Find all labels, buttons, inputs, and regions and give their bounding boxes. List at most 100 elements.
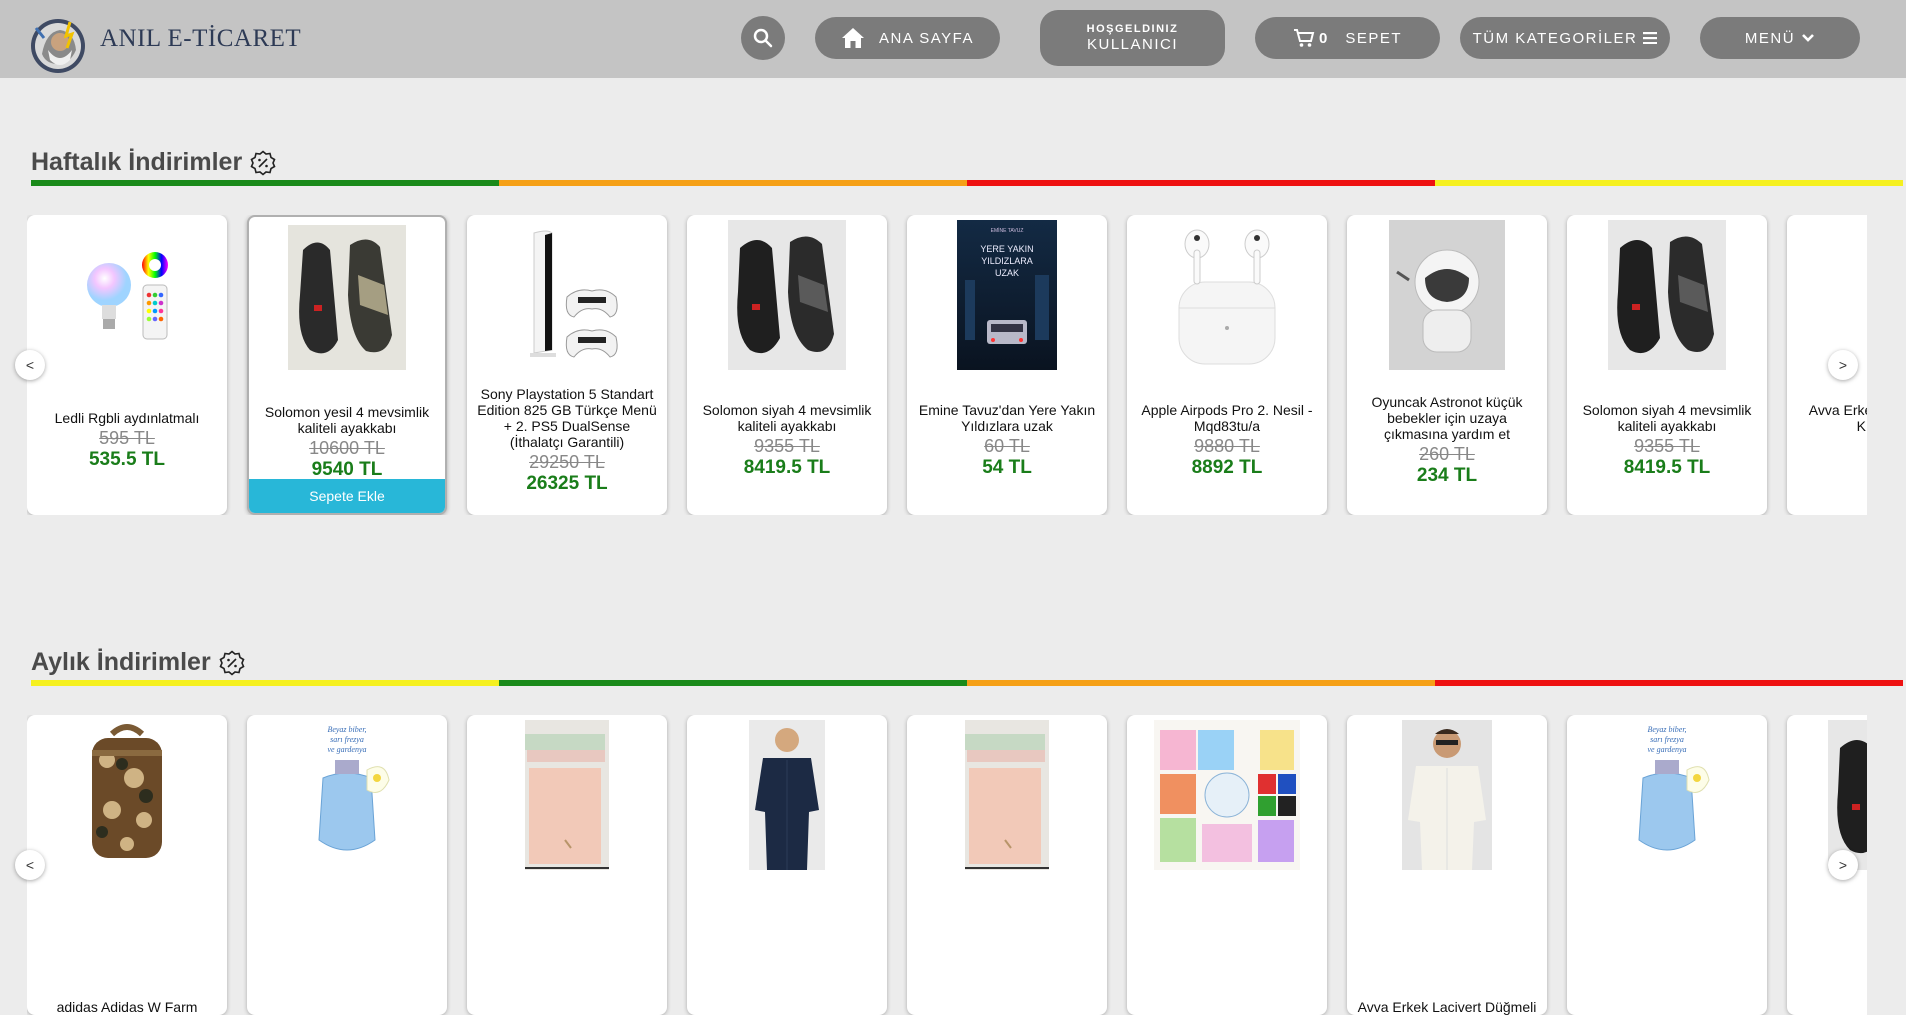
monthly-title: Aylık İndirimler (31, 648, 211, 676)
hamburger-icon (1643, 32, 1658, 44)
product-image[interactable] (1127, 720, 1327, 870)
product-info (475, 865, 659, 1015)
bar-segment (31, 680, 499, 686)
product-card[interactable]: Ledli Rgbli aydınlatmalı 595 TL 535.5 TL (27, 215, 227, 515)
bar-segment (499, 680, 967, 686)
bar-segment (31, 180, 499, 186)
product-name[interactable]: Solomon siyah 4 mevsimlik kaliteli ayakk… (695, 402, 879, 434)
svg-text:ve gardenya: ve gardenya (1647, 745, 1686, 754)
product-name[interactable]: Oyuncak Astronot küçük bebekler için uza… (1355, 394, 1539, 442)
product-name[interactable]: Apple Airpods Pro 2. Nesil - Mqd83tu/a (1135, 402, 1319, 434)
product-name[interactable]: Emine Tavuz'dan Yere Yakın Yıldızlara uz… (915, 402, 1099, 434)
product-name[interactable]: adidas Adidas W Farm (57, 999, 198, 1015)
menu-dropdown-button[interactable]: MENÜ (1700, 17, 1860, 59)
product-name[interactable]: Avva Erkek ... Yaka %1... Kısa Ko... (1795, 402, 1867, 434)
product-image[interactable] (1347, 220, 1547, 370)
product-card[interactable] (467, 715, 667, 1015)
add-to-cart-button[interactable]: Sepete Ekle (249, 479, 445, 513)
product-info: Solomon siyah 4 mevsimlik kaliteli ayakk… (695, 365, 879, 515)
cart-icon (1293, 29, 1315, 47)
product-image[interactable] (1787, 220, 1867, 370)
product-image[interactable]: Beyaz biber, sarı frezya ve gardenya (1567, 720, 1767, 870)
bar-segment (1435, 180, 1903, 186)
discount-badge-icon (219, 649, 245, 676)
welcome-text: HOŞGELDINIZ (1086, 23, 1179, 36)
product-image[interactable] (1347, 720, 1547, 870)
product-old-price: 10600 TL (309, 437, 385, 458)
product-card[interactable]: Solomon yesil 4 mevsimlik kaliteli ayakk… (247, 215, 447, 515)
weekly-prev-arrow[interactable]: < (15, 350, 45, 380)
product-card[interactable] (907, 715, 1107, 1015)
user-welcome-button[interactable]: HOŞGELDINIZ KULLANICI (1040, 10, 1225, 66)
menu-label: MENÜ (1744, 29, 1796, 47)
product-image[interactable] (467, 720, 667, 870)
product-discounted-price: 9540 TL (311, 458, 383, 480)
product-card[interactable]: EMİNE TAVUZ YERE YAKIN YILDIZLARA UZAK Emine… (907, 215, 1107, 515)
product-image[interactable] (687, 720, 887, 870)
product-image[interactable] (27, 720, 227, 870)
product-image[interactable] (467, 220, 667, 370)
product-name[interactable]: Ledli Rgbli aydınlatmalı (55, 410, 200, 426)
product-info (1575, 865, 1759, 1015)
product-card[interactable]: Solomon siyah 4 mevsimlik kaliteli ayakk… (1567, 215, 1767, 515)
svg-text:UZAK: UZAK (995, 268, 1019, 278)
product-card[interactable]: adidas Adidas W Farm (27, 715, 227, 1015)
home-icon (842, 28, 865, 48)
product-image[interactable] (249, 222, 445, 372)
brand-name[interactable]: ANIL E-TİCARET (100, 25, 301, 53)
bar-segment (967, 180, 1435, 186)
product-image[interactable] (687, 220, 887, 370)
product-name[interactable]: Solomon siyah 4 mevsimlik kaliteli ayakk… (1575, 402, 1759, 434)
product-old-price: 260 TL (1419, 443, 1475, 464)
monthly-prev-arrow[interactable]: < (15, 850, 45, 880)
svg-text:ve gardenya: ve gardenya (327, 745, 366, 754)
product-old-price: 9880 TL (1194, 435, 1260, 456)
chevron-down-icon (1802, 34, 1814, 42)
product-image[interactable]: Beyaz biber, sarı frezya ve gardenya (247, 720, 447, 870)
product-image[interactable] (27, 220, 227, 370)
product-info: Avva Erkek Lacivert Düğmeli (1355, 865, 1539, 1015)
search-button[interactable] (741, 16, 785, 60)
product-old-price: 29250 TL (529, 451, 605, 472)
svg-text:YILDIZLARA: YILDIZLARA (981, 256, 1033, 266)
product-card[interactable]: Beyaz biber, sarı frezya ve gardenya (1567, 715, 1767, 1015)
bar-segment (967, 680, 1435, 686)
svg-text:EMİNE TAVUZ: EMİNE TAVUZ (991, 227, 1024, 234)
product-name[interactable]: Solomon yesil 4 mevsimlik kaliteli ayakk… (257, 404, 437, 436)
product-discounted-price: 8419.5 TL (1623, 456, 1711, 478)
product-card[interactable]: Sony Playstation 5 Standart Edition 825 … (467, 215, 667, 515)
product-card[interactable]: Solomon siyah 4 mevsimlik kaliteli ayakk… (687, 215, 887, 515)
product-info: Sony Playstation 5 Standart Edition 825 … (475, 365, 659, 515)
monthly-next-arrow[interactable]: > (1828, 850, 1858, 880)
product-card[interactable] (1127, 715, 1327, 1015)
product-card[interactable]: Oyuncak Astronot küçük bebekler için uza… (1347, 215, 1547, 515)
all-categories-button[interactable]: TÜM KATEGORİLER (1460, 17, 1670, 59)
cart-label: SEPET (1345, 29, 1403, 47)
weekly-discounts-heading: Haftalık İndirimler (31, 148, 276, 177)
product-card[interactable]: Avva Erkek Lacivert Düğmeli (1347, 715, 1547, 1015)
product-image[interactable] (907, 720, 1107, 870)
monthly-discounts-heading: Aylık İndirimler (31, 648, 245, 677)
product-name[interactable]: Sony Playstation 5 Standart Edition 825 … (475, 386, 659, 450)
product-old-price: 9355 TL (754, 435, 820, 456)
product-discounted-price: 8892 TL (1191, 456, 1263, 478)
product-name[interactable]: Avva Erkek Lacivert Düğmeli (1358, 999, 1537, 1015)
bar-segment (499, 180, 967, 186)
svg-text:sarı frezya: sarı frezya (330, 735, 364, 744)
brand-logo[interactable] (26, 14, 94, 76)
product-card[interactable]: Apple Airpods Pro 2. Nesil - Mqd83tu/a 98… (1127, 215, 1327, 515)
svg-text:Beyaz biber,: Beyaz biber, (327, 725, 366, 734)
product-old-price: 9355 TL (1634, 435, 1700, 456)
product-card[interactable]: Beyaz biber, sarı frezya ve gardenya (247, 715, 447, 1015)
home-button[interactable]: ANA SAYFA (815, 17, 1000, 59)
product-image[interactable] (1787, 720, 1867, 870)
product-image[interactable] (1567, 220, 1767, 370)
product-info (1795, 865, 1867, 1015)
product-image[interactable]: EMİNE TAVUZ YERE YAKIN YILDIZLARA UZAK (907, 220, 1107, 370)
cart-button[interactable]: 0 SEPET (1255, 17, 1440, 59)
monthly-color-bar (31, 680, 1906, 686)
product-card[interactable] (687, 715, 887, 1015)
weekly-next-arrow[interactable]: > (1828, 350, 1858, 380)
product-discounted-price: 234 TL (1416, 464, 1478, 486)
product-image[interactable] (1127, 220, 1327, 370)
